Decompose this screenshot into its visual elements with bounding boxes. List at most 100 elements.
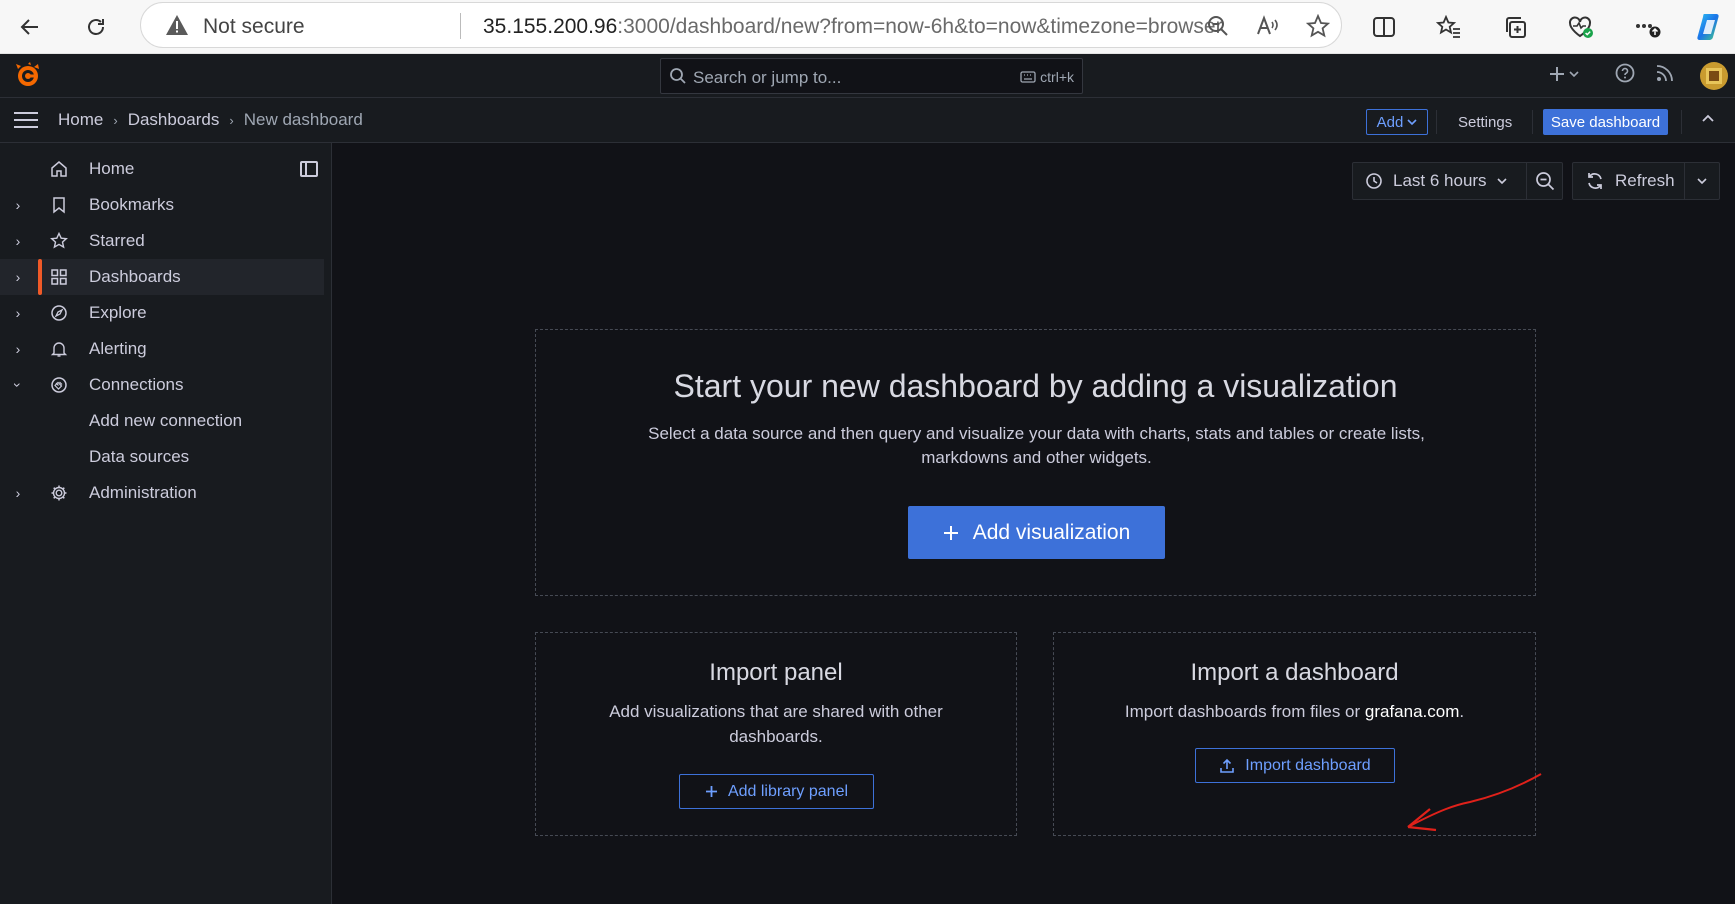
- reload-icon[interactable]: [78, 9, 114, 45]
- sidebar-item-label: Explore: [89, 303, 147, 322]
- zoom-icon[interactable]: [1201, 9, 1235, 43]
- sidebar-item-label: Home: [89, 159, 135, 178]
- clock-icon: [1366, 173, 1382, 189]
- help-icon[interactable]: [1614, 62, 1636, 90]
- chevron-down-icon[interactable]: ›: [10, 379, 26, 391]
- sidebar-item-data-sources[interactable]: Data sources: [0, 439, 324, 475]
- plus-icon: [705, 786, 717, 797]
- address-divider: [460, 13, 461, 39]
- sidebar-item-dashboards[interactable]: › Dashboards: [0, 259, 324, 295]
- grafana-logo-icon[interactable]: [14, 61, 42, 89]
- not-secure-label: Not secure: [203, 15, 305, 38]
- grafana-com-link[interactable]: grafana.com: [1365, 702, 1460, 721]
- back-icon[interactable]: [12, 9, 48, 45]
- empty-state-title: Start your new dashboard by adding a vis…: [673, 368, 1398, 404]
- user-avatar[interactable]: [1700, 62, 1728, 90]
- refresh-button[interactable]: Refresh: [1573, 163, 1685, 199]
- zoom-out-button[interactable]: [1527, 163, 1563, 199]
- split-screen-icon[interactable]: [1366, 9, 1402, 45]
- compass-icon: [48, 302, 70, 324]
- search-placeholder: Search or jump to...: [693, 68, 842, 87]
- chevron-down-icon: [1496, 177, 1507, 184]
- import-dashboard-button[interactable]: Import dashboard: [1195, 748, 1395, 783]
- read-aloud-icon[interactable]: [1251, 9, 1285, 43]
- time-range-label: Last 6 hours: [1393, 171, 1487, 190]
- import-panel-card: Import panel Add visualizations that are…: [535, 632, 1017, 836]
- grafana-app: Search or jump to... ctrl+k Home › Dashb…: [0, 54, 1735, 904]
- sidebar-item-label: Bookmarks: [89, 195, 175, 214]
- browser-essentials-icon[interactable]: [1563, 9, 1599, 45]
- collections-icon[interactable]: [1497, 9, 1533, 45]
- warning-icon: [165, 14, 189, 41]
- import-dashboard-title: Import a dashboard: [1190, 659, 1399, 686]
- breadcrumb-current: New dashboard: [243, 110, 363, 129]
- sidebar-item-starred[interactable]: › Starred: [0, 223, 324, 259]
- chevron-right-icon: ›: [113, 112, 118, 128]
- sidebar-item-explore[interactable]: › Explore: [0, 295, 324, 331]
- favorites-icon[interactable]: [1431, 9, 1467, 45]
- sidebar-item-bookmarks[interactable]: › Bookmarks: [0, 187, 324, 223]
- time-range-button[interactable]: Last 6 hours: [1353, 163, 1527, 199]
- active-indicator: [38, 259, 42, 295]
- add-button[interactable]: Add: [1366, 109, 1428, 135]
- bookmark-icon: [48, 194, 70, 216]
- favorite-star-icon[interactable]: [1301, 9, 1335, 43]
- import-dashboard-description: Import dashboards from files or grafana.…: [1124, 702, 1465, 721]
- chevron-right-icon[interactable]: ›: [12, 305, 24, 321]
- cog-icon: [48, 482, 70, 504]
- sidebar-item-home[interactable]: Home: [0, 151, 324, 187]
- address-bar[interactable]: Not secure 35.155.200.96:3000/dashboard/…: [140, 2, 1342, 48]
- add-library-panel-label: Add library panel: [727, 782, 849, 800]
- grafana-topbar: Search or jump to... ctrl+k: [0, 54, 1735, 98]
- chevron-right-icon[interactable]: ›: [12, 485, 24, 501]
- keyboard-shortcut: ctrl+k: [1020, 69, 1074, 85]
- chevron-right-icon[interactable]: ›: [12, 341, 24, 357]
- zoom-out-icon: [1536, 172, 1555, 191]
- refresh-interval-dropdown[interactable]: [1685, 163, 1719, 199]
- news-feed-icon[interactable]: [1654, 62, 1676, 90]
- import-panel-description: Add visualizations that are shared with …: [609, 702, 943, 746]
- sidebar-item-label: Connections: [89, 375, 184, 394]
- sidebar-item-administration[interactable]: › Administration: [0, 475, 324, 511]
- chevron-up-icon[interactable]: [1700, 110, 1716, 131]
- sidebar-item-add-new-connection[interactable]: Add new connection: [0, 403, 324, 439]
- annotation-arrow-icon: [1407, 773, 1542, 832]
- chevron-down-icon: [1697, 177, 1707, 184]
- menu-icon[interactable]: [14, 111, 38, 129]
- chevron-right-icon[interactable]: ›: [12, 197, 24, 213]
- sidebar-item-label: Data sources: [89, 447, 190, 466]
- more-options-icon[interactable]: [1630, 9, 1666, 45]
- sidebar-item-label: Alerting: [89, 339, 147, 358]
- add-library-panel-button[interactable]: Add library panel: [679, 774, 874, 809]
- copilot-icon[interactable]: [1692, 9, 1728, 45]
- sidebar-item-label: Add new connection: [89, 411, 243, 430]
- chevron-right-icon[interactable]: ›: [12, 269, 24, 285]
- breadcrumb-home[interactable]: Home: [58, 110, 103, 130]
- sidebar-item-connections[interactable]: › Connections: [0, 367, 324, 403]
- time-range-picker: Last 6 hours: [1352, 162, 1563, 200]
- toolbar-divider: [1436, 110, 1437, 134]
- sidebar-item-label: Administration: [89, 483, 197, 502]
- add-visualization-button[interactable]: Add visualization: [908, 506, 1165, 559]
- toolbar-divider: [1532, 110, 1533, 134]
- home-icon: [48, 158, 70, 180]
- sidebar-item-label: Dashboards: [89, 267, 181, 286]
- sidebar: Home › Bookmarks › Starred › Dashboards …: [0, 143, 332, 904]
- chevron-right-icon[interactable]: ›: [12, 233, 24, 249]
- search-input[interactable]: Search or jump to... ctrl+k: [660, 58, 1083, 94]
- chevron-down-icon: [1407, 118, 1417, 125]
- breadcrumb-dashboards[interactable]: Dashboards: [128, 110, 220, 130]
- settings-button[interactable]: Settings: [1446, 109, 1524, 135]
- save-dashboard-button[interactable]: Save dashboard: [1543, 109, 1668, 135]
- new-plus-icon[interactable]: [1548, 62, 1580, 92]
- upload-icon: [1220, 758, 1235, 773]
- url-text[interactable]: 35.155.200.96:3000/dashboard/new?from=no…: [483, 15, 1223, 39]
- refresh-label: Refresh: [1615, 171, 1675, 190]
- apps-icon: [48, 266, 70, 288]
- sync-icon: [1588, 173, 1602, 189]
- bell-icon: [48, 338, 70, 360]
- sidebar-item-alerting[interactable]: › Alerting: [0, 331, 324, 367]
- add-visualization-label: Add visualization: [972, 520, 1131, 544]
- add-visualization-card: Start your new dashboard by adding a vis…: [535, 329, 1536, 596]
- star-icon: [48, 230, 70, 252]
